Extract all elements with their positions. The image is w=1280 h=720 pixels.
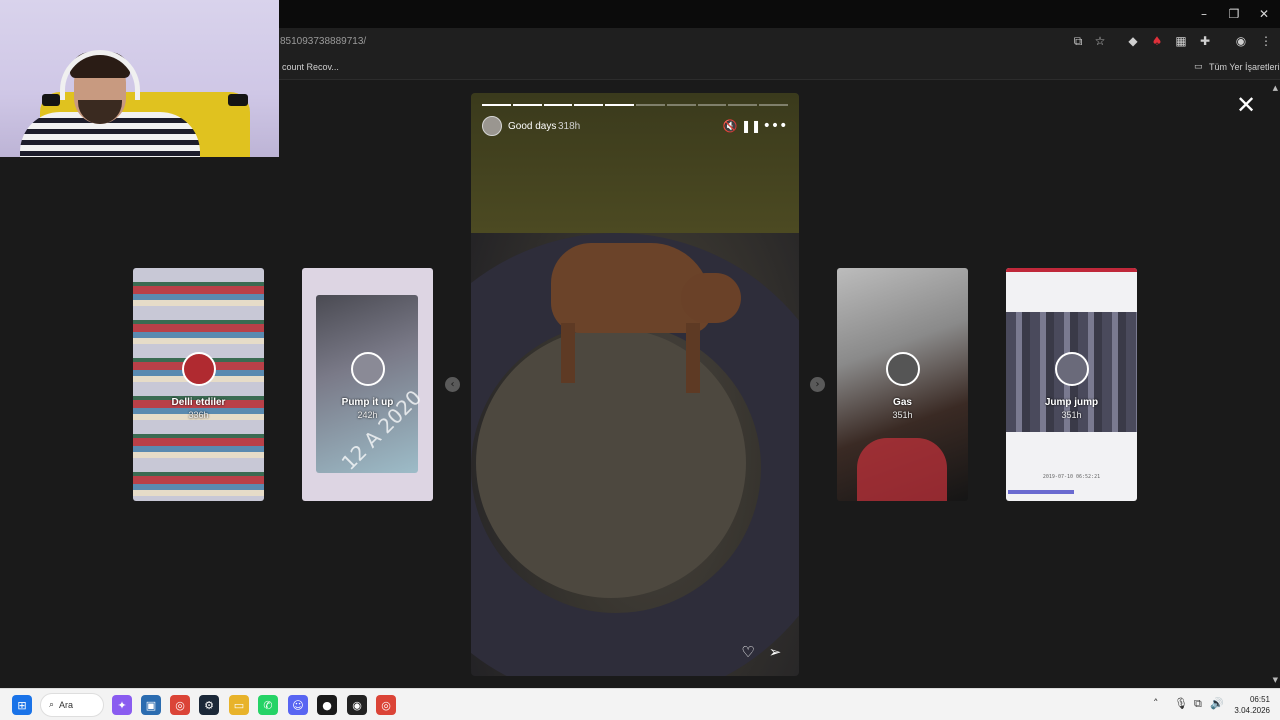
- more-options-icon[interactable]: •••: [763, 118, 788, 134]
- avatar: [1055, 352, 1089, 386]
- thumbnail-time: 351h: [892, 410, 913, 420]
- search-label: Ara: [59, 700, 74, 710]
- window-close-icon[interactable]: ✕: [1248, 0, 1280, 28]
- browser-menu-icon[interactable]: ⋮: [1258, 33, 1274, 49]
- close-story-icon[interactable]: ✕: [1234, 93, 1258, 117]
- previous-story-button[interactable]: ‹: [445, 377, 460, 392]
- preview-progress-bar: [1008, 490, 1074, 494]
- store-icon[interactable]: ▣: [141, 695, 161, 715]
- taskbar-clock[interactable]: 06:51 3.04.2026: [1226, 694, 1270, 716]
- taskbar-search[interactable]: ⌕ Ara: [40, 693, 104, 717]
- story-thumbnail[interactable]: 12 A 2020 Pump it up 242h: [302, 268, 433, 501]
- progress-segment: [635, 104, 665, 106]
- volume-icon[interactable]: 🔊: [1210, 697, 1224, 710]
- story-thumbnail[interactable]: Jump jump 351h 2019-07-10 06:52:21: [1006, 268, 1137, 501]
- story-thumbnail[interactable]: Gas 351h: [837, 268, 968, 501]
- webcam-feed: [60, 50, 140, 100]
- chrome-icon[interactable]: ◎: [170, 695, 190, 715]
- clock-time: 06:51: [1249, 695, 1270, 704]
- progress-segment: [728, 104, 758, 106]
- avatar: [351, 352, 385, 386]
- steam-icon[interactable]: ⚙: [199, 695, 219, 715]
- video-frame: [686, 323, 700, 393]
- network-icon[interactable]: ⧉: [1194, 697, 1202, 711]
- profile-avatar-icon[interactable]: ◉: [1233, 33, 1249, 49]
- thumbnail-title: Delli etdiler: [171, 397, 226, 408]
- avatar[interactable]: [482, 116, 502, 136]
- extension-diamond-icon[interactable]: ◆: [1125, 33, 1141, 49]
- mute-icon[interactable]: 🔇: [722, 118, 738, 134]
- obs-icon[interactable]: ◉: [347, 695, 367, 715]
- progress-segment: [512, 104, 542, 106]
- preview-top-bar: [1006, 268, 1137, 272]
- clock-date: 3.04.2026: [1234, 706, 1270, 715]
- avatar: [886, 352, 920, 386]
- thumbnail-title: Pump it up: [341, 397, 394, 408]
- webcam-feed: [42, 94, 60, 106]
- thumbnail-title: Gas: [893, 397, 912, 408]
- discord-icon[interactable]: ☺: [288, 695, 308, 715]
- bookmark-star-icon[interactable]: ☆: [1092, 33, 1108, 49]
- app-red-icon[interactable]: ●: [317, 695, 337, 715]
- folder-icon: ▭: [1194, 62, 1203, 72]
- progress-segment: [543, 104, 573, 106]
- extensions-puzzle-icon[interactable]: ✚: [1197, 33, 1213, 49]
- share-send-icon[interactable]: ➢: [766, 643, 784, 661]
- story-progress-bar: [482, 104, 788, 106]
- url-text[interactable]: 851093738889713/: [280, 36, 366, 47]
- install-app-icon[interactable]: ⧉: [1070, 33, 1086, 49]
- progress-segment: [482, 104, 511, 106]
- story-thumbnail[interactable]: Delli etdiler 336h: [133, 268, 264, 501]
- windows-taskbar: ⊞ ⌕ Ara ✦ ▣ ◎ ⚙ ▭ ✆ ☺ ● ◉ ◎ ˄ 🎙 ⧉ 🔊 06:5…: [0, 688, 1280, 720]
- progress-segment: [697, 104, 727, 106]
- pause-icon[interactable]: ❚❚: [741, 118, 761, 134]
- whatsapp-icon[interactable]: ✆: [258, 695, 278, 715]
- active-story-video[interactable]: [471, 93, 799, 676]
- bookmark-item[interactable]: count Recov...: [282, 62, 339, 72]
- search-icon: ⌕: [49, 700, 55, 710]
- all-bookmarks-link[interactable]: Tüm Yer İşaretleri: [1209, 62, 1280, 72]
- progress-segment: [666, 104, 696, 106]
- minimize-icon[interactable]: –: [1188, 0, 1220, 28]
- thumbnail-time: 336h: [188, 410, 209, 420]
- extension-grid-icon[interactable]: ▦: [1173, 33, 1189, 49]
- video-frame: [471, 93, 799, 233]
- avatar: [182, 352, 216, 386]
- copilot-icon[interactable]: ✦: [112, 695, 132, 715]
- video-frame: [681, 273, 741, 323]
- restore-icon[interactable]: ❐: [1218, 0, 1250, 28]
- progress-segment: [605, 104, 634, 106]
- thumbnail-title: Jump jump: [1044, 397, 1099, 408]
- next-story-button[interactable]: ›: [810, 377, 825, 392]
- scroll-up-icon[interactable]: ▲: [1273, 84, 1278, 92]
- thumbnail-time: 351h: [1061, 410, 1082, 420]
- video-frame: [561, 323, 575, 383]
- story-preview-image: [857, 438, 947, 501]
- like-heart-icon[interactable]: ♡: [739, 643, 757, 661]
- microphone-icon[interactable]: 🎙: [1174, 697, 1188, 710]
- progress-segment: [574, 104, 604, 106]
- windows-start-icon[interactable]: ⊞: [12, 695, 32, 715]
- file-explorer-icon[interactable]: ▭: [229, 695, 249, 715]
- cctv-timestamp: 2019-07-10 06:52:21: [1042, 474, 1101, 480]
- scroll-down-icon[interactable]: ▼: [1273, 676, 1278, 684]
- video-frame: [476, 328, 746, 598]
- webcam-feed: [228, 94, 248, 106]
- tray-chevron-icon[interactable]: ˄: [1153, 697, 1159, 710]
- story-time: 318h: [558, 121, 581, 132]
- scrollbar[interactable]: [1270, 81, 1280, 687]
- extension-red-icon[interactable]: ♠: [1149, 33, 1165, 49]
- thumbnail-time: 242h: [357, 410, 378, 420]
- progress-segment: [759, 104, 788, 106]
- webcam-overlay: [0, 0, 279, 157]
- chrome-active-icon[interactable]: ◎: [376, 695, 396, 715]
- story-username[interactable]: Good days: [508, 121, 556, 132]
